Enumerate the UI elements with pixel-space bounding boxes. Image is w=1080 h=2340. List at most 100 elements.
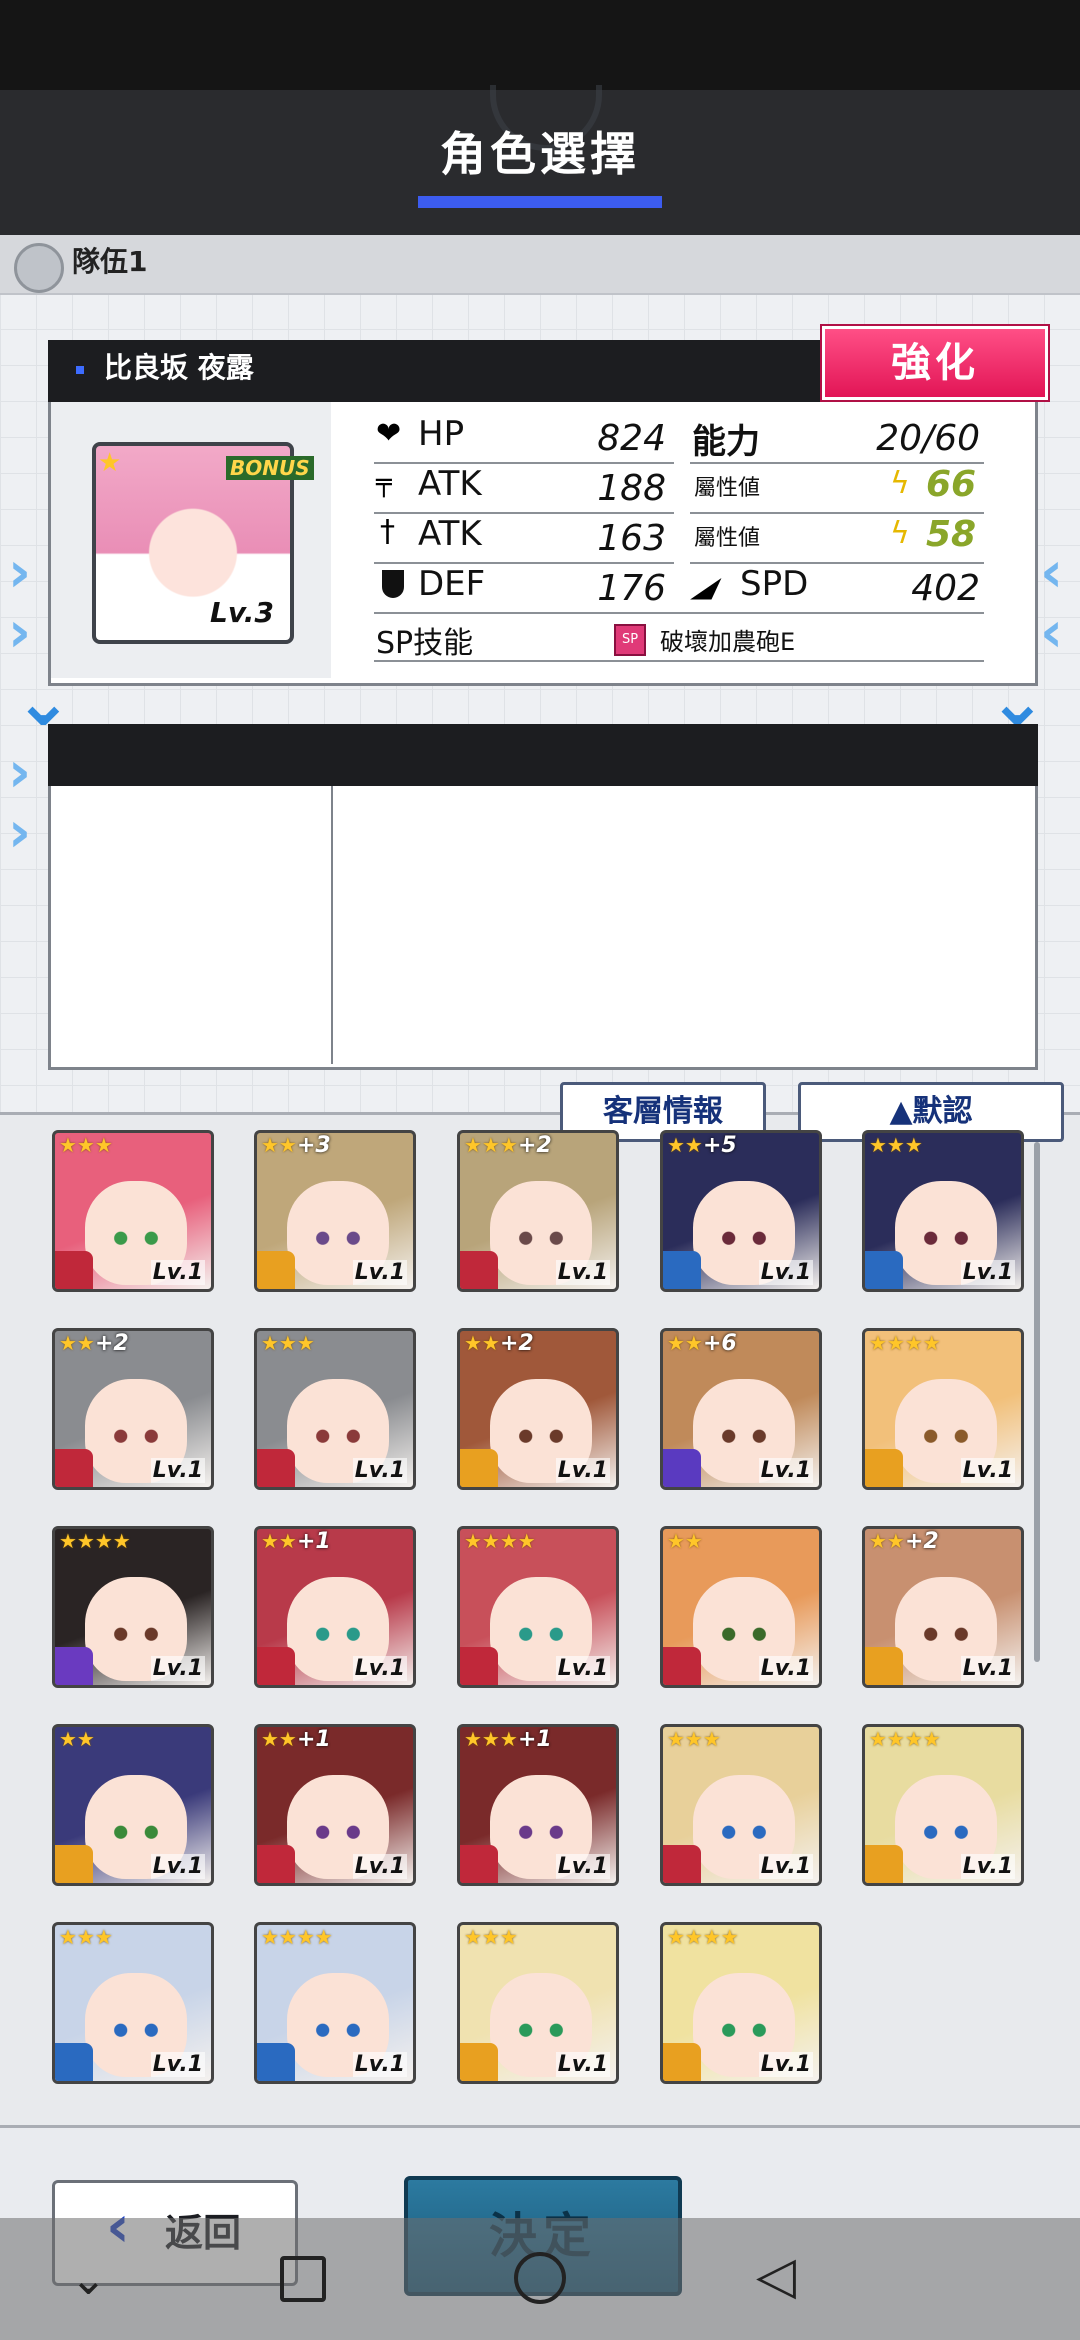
rarity-stars: ★★★ [667, 1727, 721, 1751]
status-bar [0, 0, 1080, 90]
character-card[interactable]: ★★ +2 Lv.1 [52, 1328, 214, 1490]
rarity-stars: ★★★★ [464, 1529, 536, 1553]
character-card[interactable]: ★★★ Lv.1 [862, 1130, 1024, 1292]
rarity-stars: ★★★ [59, 1133, 113, 1157]
character-level: Lv.1 [352, 1458, 407, 1483]
plus-count: +2 [905, 1529, 939, 1554]
character-level: Lv.1 [352, 2052, 407, 2077]
sp-badge: SP [614, 624, 646, 656]
weapon-type-icon [55, 1845, 93, 1883]
character-card[interactable]: ★★ +3 Lv.1 [254, 1130, 416, 1292]
rarity-stars: ★★ [261, 1727, 297, 1751]
weapon-type-icon [257, 1449, 295, 1487]
atk2-label: ATK [418, 514, 482, 554]
weapon-type-icon [55, 1449, 93, 1487]
team-bar [0, 235, 1080, 295]
character-card[interactable]: ★★★ Lv.1 [52, 1130, 214, 1292]
recent-apps-icon[interactable] [280, 2256, 326, 2302]
rarity-stars: ★★ [667, 1133, 703, 1157]
shield-icon [382, 570, 404, 598]
character-card[interactable]: ★★ +5 Lv.1 [660, 1130, 822, 1292]
weapon-type-icon [460, 2043, 498, 2081]
character-level: Lv.1 [758, 1260, 813, 1285]
weapon-type-icon [55, 1647, 93, 1685]
plus-count: +1 [297, 1529, 331, 1554]
hp-value: 824 [597, 418, 666, 459]
atk1-value: 188 [597, 468, 666, 509]
name-marker [76, 366, 84, 374]
plus-count: +3 [297, 1133, 331, 1158]
rarity-stars: ★★★★ [667, 1925, 739, 1949]
character-level: Lv.1 [758, 2052, 813, 2077]
character-card[interactable]: ★★★ Lv.1 [254, 1328, 416, 1490]
character-card[interactable]: ★★★★ Lv.1 [862, 1724, 1024, 1886]
weapon-type-icon [257, 1647, 295, 1685]
character-card[interactable]: ★★★★ Lv.1 [254, 1922, 416, 2084]
home-icon[interactable] [514, 2252, 566, 2304]
rarity-stars: ★★ [59, 1727, 95, 1751]
character-card[interactable]: ★★★★ Lv.1 [862, 1328, 1024, 1490]
character-card[interactable]: ★★ Lv.1 [52, 1724, 214, 1886]
rarity-stars: ★★★ [59, 1925, 113, 1949]
character-level: Lv.1 [150, 1854, 205, 1879]
enhance-button[interactable]: 強化 [822, 326, 1048, 400]
weapon-type-icon [460, 1845, 498, 1883]
atk2-value: 163 [597, 518, 666, 559]
character-card[interactable]: ★★★ +1 Lv.1 [457, 1724, 619, 1886]
rarity-stars: ★★ [667, 1331, 703, 1355]
character-card[interactable]: ★★ +6 Lv.1 [660, 1328, 822, 1490]
gun-icon: ╤ [376, 468, 392, 498]
character-card[interactable]: ★★ Lv.1 [660, 1526, 822, 1688]
rarity-stars: ★★ [464, 1331, 500, 1355]
attr1-value: 66 [926, 464, 977, 505]
character-card[interactable]: ★★★ Lv.1 [457, 1922, 619, 2084]
sp-skill-name: 破壞加農砲E [660, 628, 796, 656]
attr1-label: 屬性値 [694, 476, 761, 501]
character-card[interactable]: ★★★★ Lv.1 [660, 1922, 822, 2084]
ability-value: 20/60 [876, 418, 980, 459]
team-emblem-icon[interactable] [14, 243, 64, 293]
attr2-label: 屬性値 [694, 526, 761, 551]
atk1-label: ATK [418, 464, 482, 504]
character-card[interactable]: ★★★ Lv.1 [52, 1922, 214, 2084]
chevron-left-icon: › [8, 800, 32, 865]
rarity-stars: ★★★★ [261, 1925, 333, 1949]
nav-menu-icon[interactable]: ⌄ [70, 2254, 107, 2305]
character-card[interactable]: ★★★★ Lv.1 [52, 1526, 214, 1688]
sword-icon: † [380, 514, 395, 549]
character-card[interactable]: ★★★★ Lv.1 [457, 1526, 619, 1688]
character-card[interactable]: ★★ +1 Lv.1 [254, 1724, 416, 1886]
page-title: 角色選擇 [440, 127, 640, 181]
weapon-type-icon [257, 2043, 295, 2081]
attr2-value: 58 [926, 514, 977, 555]
character-level: Lv.1 [352, 1656, 407, 1681]
character-level: Lv.1 [960, 1260, 1015, 1285]
weapon-type-icon [257, 1845, 295, 1883]
lightning-icon: ϟ [890, 466, 910, 501]
weapon-type-icon [663, 2043, 701, 2081]
plus-count: +1 [297, 1727, 331, 1752]
character-level: Lv.1 [555, 1854, 610, 1879]
character-card[interactable]: ★★ +2 Lv.1 [862, 1526, 1024, 1688]
spd-value: 402 [911, 568, 980, 609]
ability-label: 能力 [692, 422, 760, 462]
weapon-type-icon [865, 1449, 903, 1487]
character-card[interactable]: ★★★ +2 Lv.1 [457, 1130, 619, 1292]
weapon-type-icon [460, 1449, 498, 1487]
weapon-type-icon [460, 1251, 498, 1289]
bonus-badge: BONUS [226, 456, 314, 480]
character-level: Lv.1 [555, 1458, 610, 1483]
character-level: Lv.1 [150, 2052, 205, 2077]
character-card[interactable]: ★★ +2 Lv.1 [457, 1328, 619, 1490]
plus-count: +2 [95, 1331, 129, 1356]
character-card[interactable]: ★★ +1 Lv.1 [254, 1526, 416, 1688]
scrollbar[interactable] [1034, 1142, 1040, 1662]
weapon-type-icon [865, 1251, 903, 1289]
character-card[interactable]: ★★★ Lv.1 [660, 1724, 822, 1886]
divider [374, 612, 984, 614]
character-name: 比良坂 夜露 [104, 351, 254, 384]
back-triangle-icon[interactable]: ◁ [756, 2246, 796, 2306]
description-header [48, 724, 1038, 786]
character-level: Lv.1 [758, 1854, 813, 1879]
rarity-stars: ★★★★ [869, 1331, 941, 1355]
